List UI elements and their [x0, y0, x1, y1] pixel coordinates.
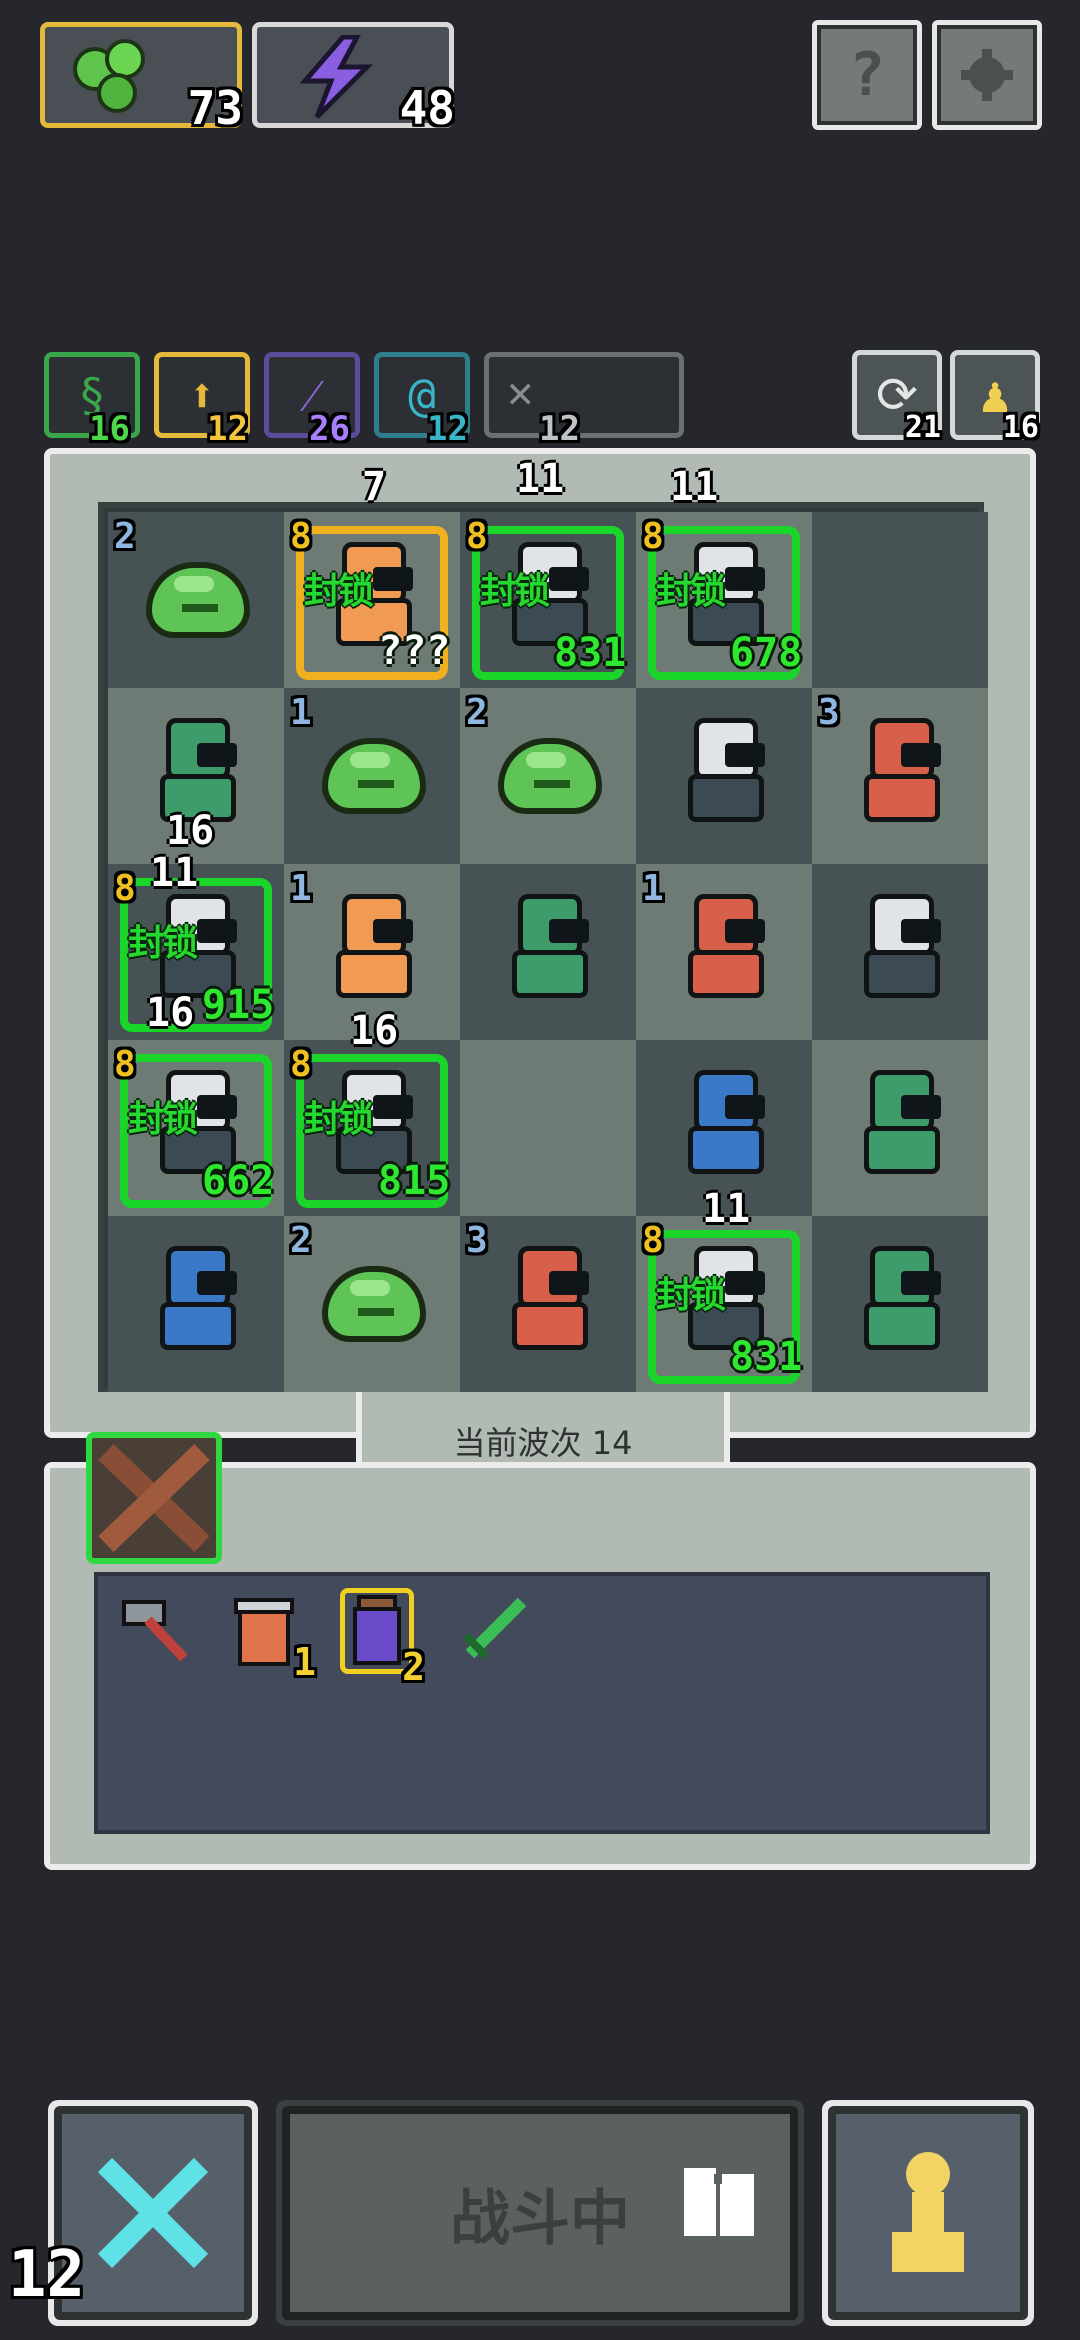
damage-number: 7 [362, 464, 387, 510]
cell-r3c4[interactable]: 1 [636, 864, 812, 1040]
cell-r1c5-empty[interactable] [812, 512, 988, 688]
help-button[interactable]: ? [812, 20, 922, 130]
question-icon: ? [817, 25, 917, 125]
green-slime-orb-icon [67, 39, 157, 115]
recruit-button[interactable] [822, 2100, 1034, 2326]
green-slime-icon [322, 1266, 426, 1342]
cell-r3c5[interactable] [812, 864, 988, 1040]
green-slime-icon [498, 738, 602, 814]
wolf-shaman-icon [680, 718, 772, 838]
green-fishman-icon [856, 1070, 948, 1190]
green-fishman-icon [856, 1246, 948, 1366]
wolf-shaman-icon [856, 894, 948, 1014]
green-slime-icon [146, 562, 250, 638]
crossed-swords-icon[interactable] [86, 1432, 222, 1564]
slime-resource[interactable]: 73 [40, 22, 243, 135]
damage-number: 16 [146, 990, 195, 1036]
corner-counter: 12 [8, 2238, 86, 2312]
trash-can-icon[interactable]: 1 [226, 1592, 316, 1684]
red-fishman-icon [504, 1246, 596, 1366]
tab-gold[interactable]: ⬆ 12 [154, 352, 250, 449]
slime-count: 73 [187, 81, 243, 135]
damage-number: 16 [166, 808, 215, 854]
blue-fishman-icon [680, 1070, 772, 1190]
cell-r4c3-empty[interactable] [460, 1040, 636, 1216]
cell-r5c5[interactable] [812, 1216, 988, 1392]
green-slime-icon [322, 738, 426, 814]
refresh-counter[interactable]: ⟳ 21 [852, 350, 942, 445]
cyan-crossed-swords-icon [97, 2157, 209, 2269]
board-grid: 2 8 封锁 ??? 8 封锁 831 8 封锁 678 1 2 3 8 封锁 … [98, 502, 988, 1392]
tab-gray[interactable]: ✕ 12 [484, 352, 684, 449]
cell-r4c1[interactable]: 8 封锁 662 [108, 1040, 284, 1216]
tab-cyan[interactable]: @ 12 [374, 352, 470, 449]
cell-r5c2[interactable]: 2 [284, 1216, 460, 1392]
gray-crossed-swords-icon: ✕ [507, 367, 534, 418]
hammer-icon[interactable] [118, 1592, 194, 1668]
green-sword-icon[interactable] [456, 1590, 532, 1666]
yellow-pawn-icon [892, 2152, 964, 2272]
game-board: 2 8 封锁 ??? 8 封锁 831 8 封锁 678 1 2 3 8 封锁 … [44, 448, 1036, 1438]
damage-number: 11 [670, 464, 719, 510]
potion-jar-icon[interactable]: 2 [340, 1588, 425, 1689]
tab-green[interactable]: § 16 [44, 352, 140, 449]
damage-number: 16 [350, 1008, 399, 1054]
cell-r2c5[interactable]: 3 [812, 688, 988, 864]
orange-king-icon [328, 894, 420, 1014]
tab-purple[interactable]: ⁄ 26 [264, 352, 360, 449]
green-fishman-icon [504, 894, 596, 1014]
cell-r1c4[interactable]: 8 封锁 678 [636, 512, 812, 688]
cell-r5c1[interactable] [108, 1216, 284, 1392]
damage-number: 11 [150, 850, 199, 896]
cell-r2c4[interactable] [636, 688, 812, 864]
blue-fishman-icon [152, 1246, 244, 1366]
battle-status-button[interactable]: 战斗中 [276, 2100, 804, 2326]
cell-r3c3[interactable] [460, 864, 636, 1040]
cell-r2c2[interactable]: 1 [284, 688, 460, 864]
cell-r1c1[interactable]: 2 [108, 512, 284, 688]
damage-number: 11 [702, 1186, 751, 1232]
pawn-counter[interactable]: ♟ 16 [950, 350, 1040, 445]
cell-r1c2[interactable]: 8 封锁 ??? [284, 512, 460, 688]
red-fishman-icon [680, 894, 772, 1014]
gear-icon [937, 25, 1037, 125]
cell-r4c2[interactable]: 8 封锁 815 [284, 1040, 460, 1216]
cell-r2c3[interactable]: 2 [460, 688, 636, 864]
category-tabs: § 16 ⬆ 12 ⁄ 26 @ 12 ✕ 12 [44, 352, 694, 449]
flag-icon [680, 2164, 760, 2240]
cell-r5c4[interactable]: 8 封锁 831 [636, 1216, 812, 1392]
energy-resource[interactable]: 48 [252, 22, 455, 135]
settings-button[interactable] [932, 20, 1042, 130]
cell-r5c3[interactable]: 3 [460, 1216, 636, 1392]
purple-lightning-icon [291, 34, 381, 119]
cell-r4c5[interactable] [812, 1040, 988, 1216]
cell-r1c3[interactable]: 8 封锁 831 [460, 512, 636, 688]
item-count: 2 [402, 1645, 425, 1689]
item-count: 1 [293, 1640, 316, 1684]
energy-count: 48 [399, 81, 455, 135]
damage-number: 11 [516, 456, 565, 502]
red-fishman-icon [856, 718, 948, 838]
battle-status-label: 战斗中 [450, 2183, 630, 2254]
